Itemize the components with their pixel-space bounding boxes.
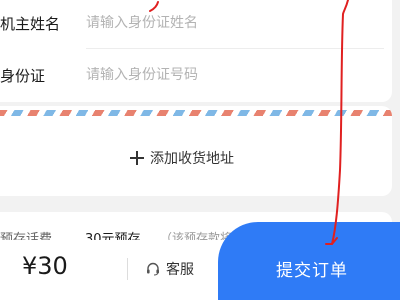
name-label: 机主姓名: [0, 14, 61, 33]
name-input[interactable]: [86, 15, 366, 31]
headset-icon: [147, 262, 159, 276]
bar-divider: [127, 258, 128, 280]
submit-order-label: 提交订单: [276, 261, 348, 281]
customer-service-button[interactable]: 客服: [146, 259, 194, 279]
plus-icon: [130, 151, 144, 165]
row-divider: [86, 48, 384, 49]
id-number-input[interactable]: [86, 67, 366, 83]
name-row: 机主姓名: [0, 0, 390, 46]
add-address-label: 添加收货地址: [150, 151, 234, 167]
service-label: 客服: [166, 262, 194, 278]
id-label: 身份证: [0, 66, 46, 85]
id-row: 身份证: [0, 52, 390, 98]
add-address-button[interactable]: 添加收货地址: [130, 146, 234, 170]
id-info-card: 机主姓名 身份证: [0, 0, 392, 102]
address-card: 添加收货地址: [0, 106, 392, 196]
total-price: ¥30: [22, 252, 68, 280]
submit-order-button[interactable]: 提交订单: [218, 222, 400, 300]
airmail-border: [0, 110, 392, 116]
order-page: 机主姓名 身份证 添加收货地址 预存话费 30元预存 （该预存款将直接分入手机号…: [0, 0, 400, 300]
